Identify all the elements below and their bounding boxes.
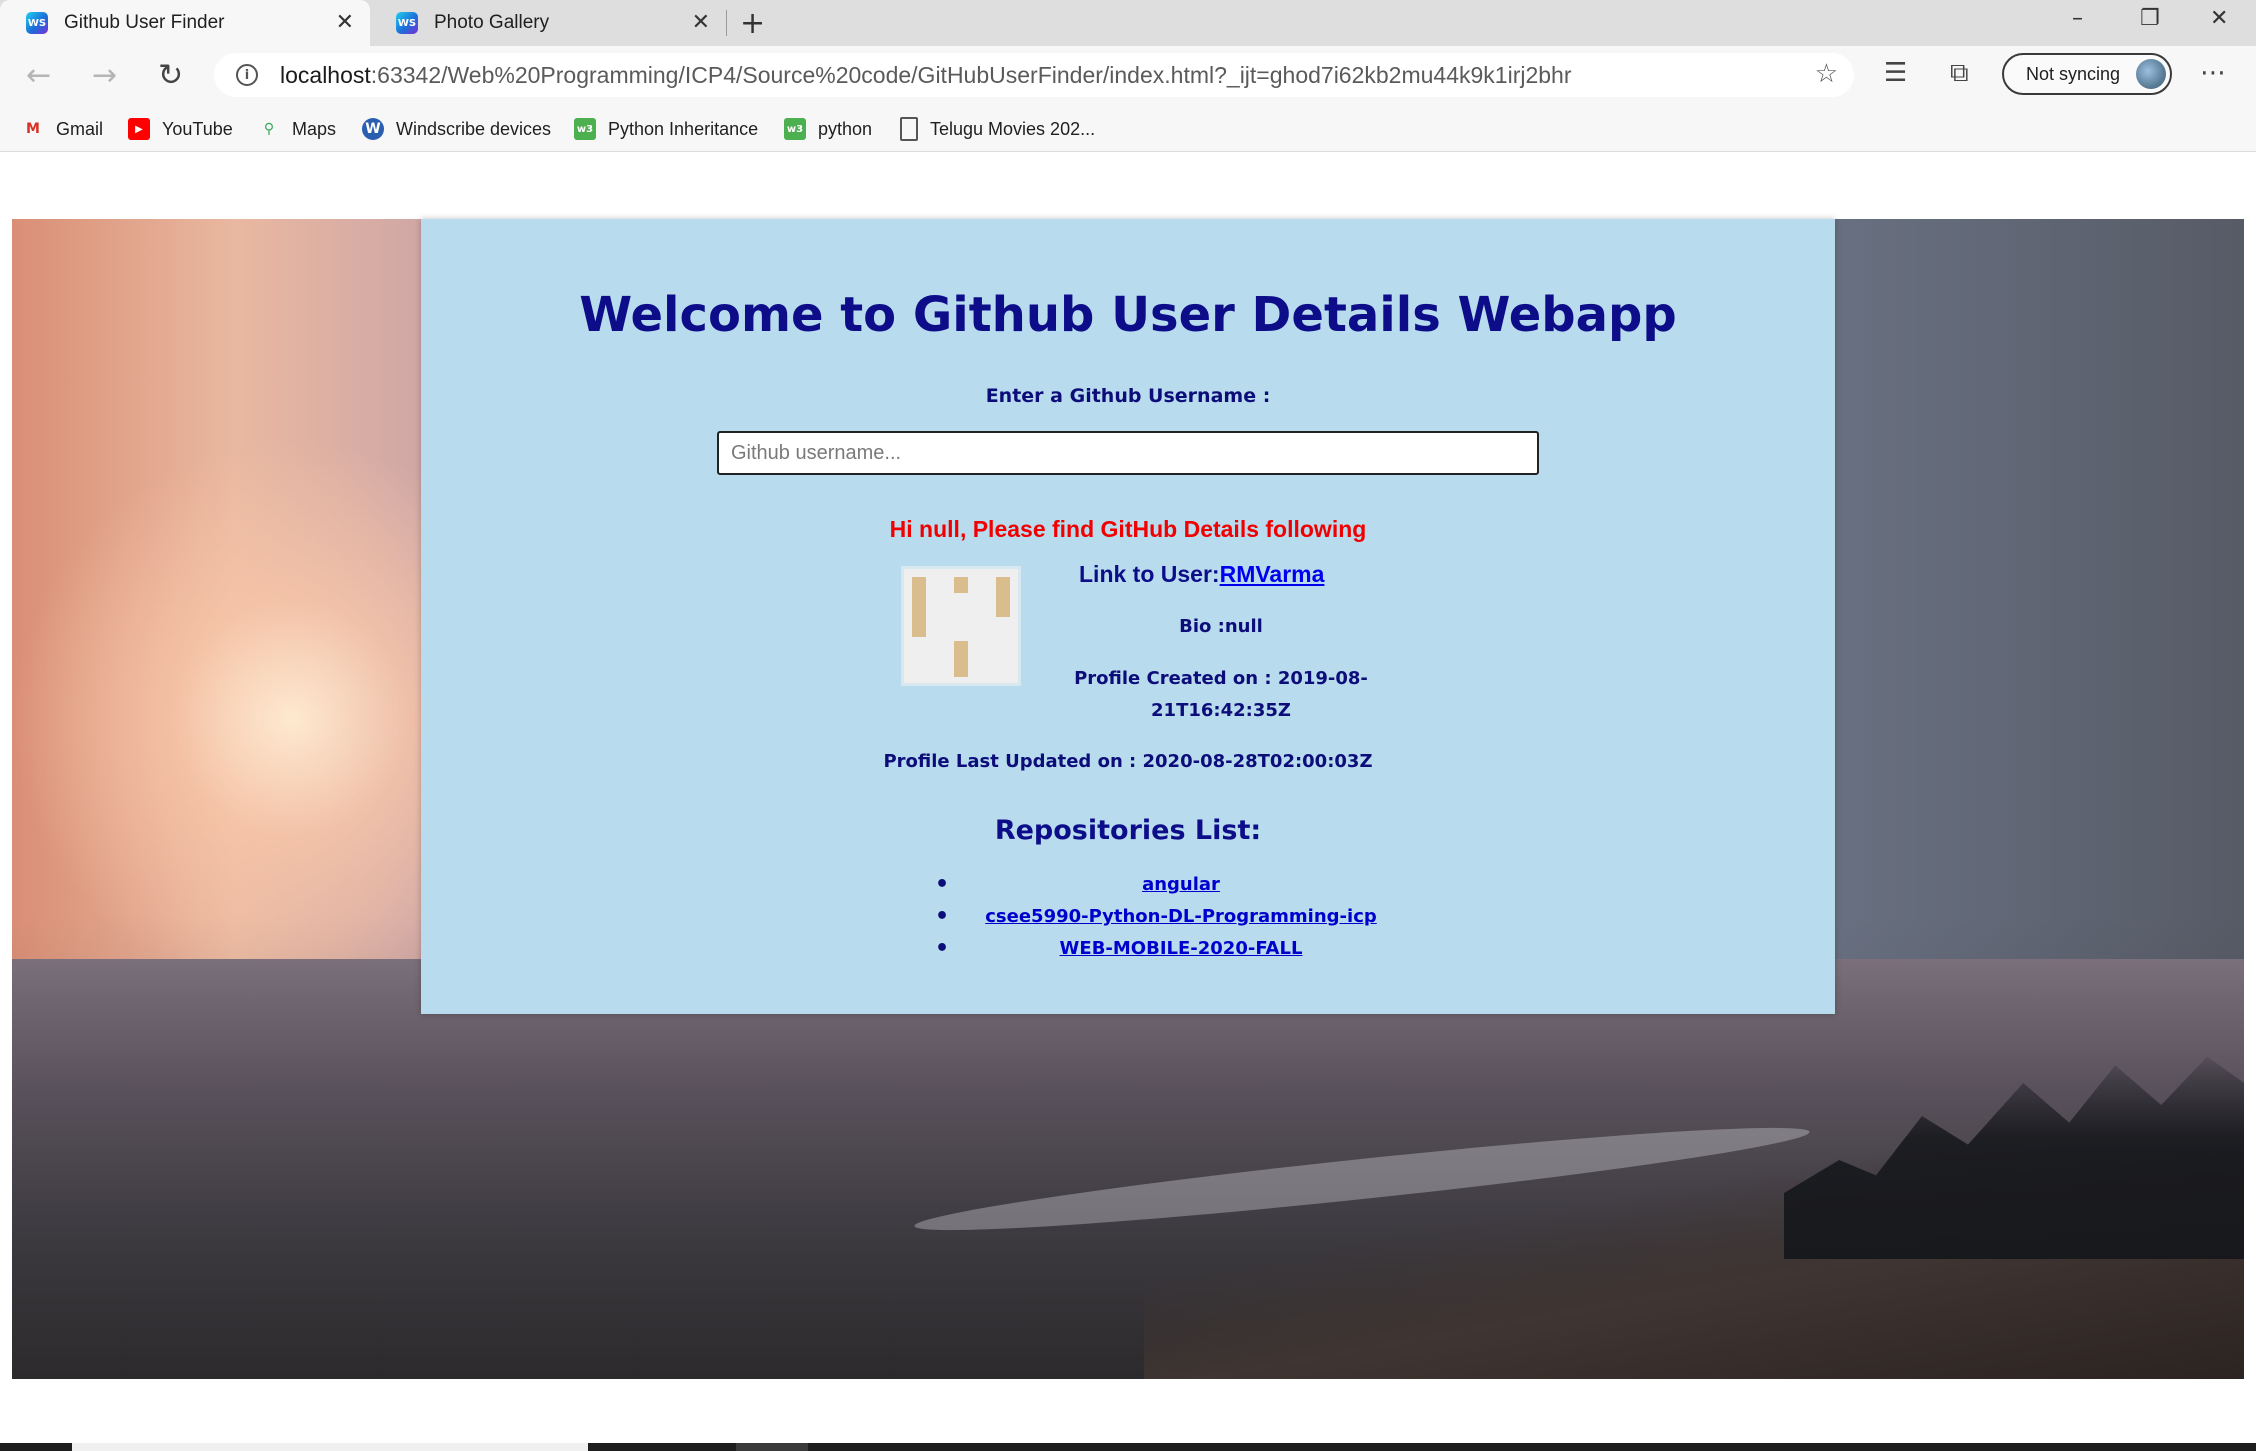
user-profile-link[interactable]: RMVarma: [1220, 561, 1325, 587]
user-finder-panel: Welcome to Github User Details Webapp En…: [421, 219, 1835, 1014]
tab-github-user-finder[interactable]: WS Github User Finder ✕: [0, 0, 370, 46]
profile-sync-button[interactable]: Not syncing: [2002, 53, 2172, 95]
user-bio: Bio :null: [1179, 616, 1263, 637]
repositories-heading: Repositories List:: [994, 815, 1262, 846]
profile-created-date: Profile Created on : 2019-08-21T16:42:35…: [1074, 668, 1368, 721]
tab-title: Photo Gallery: [434, 12, 550, 33]
bookmark-youtube[interactable]: ▶ YouTube: [128, 106, 233, 152]
repo-link[interactable]: WEB-MOBILE-2020-FALL: [1060, 938, 1303, 959]
address-bar[interactable]: i localhost:63342/Web%20Programming/ICP4…: [214, 53, 1854, 97]
list-item: csee5990-Python-DL-Programming-icp: [931, 903, 1431, 935]
repo-link[interactable]: angular: [1142, 874, 1220, 895]
tab-title: Github User Finder: [64, 12, 225, 33]
bookmark-python-inheritance[interactable]: w3 Python Inheritance: [574, 106, 758, 152]
bookmark-label: Telugu Movies 202...: [930, 118, 1096, 139]
user-link-line: Link to User:RMVarma: [1079, 561, 1324, 588]
tab-photo-gallery[interactable]: WS Photo Gallery ✕: [370, 0, 726, 46]
bookmarks-bar: M Gmail ▶ YouTube ⚲ Maps W Windscribe de…: [0, 106, 2256, 152]
bookmark-maps[interactable]: ⚲ Maps: [258, 106, 336, 152]
refresh-icon[interactable]: ↻: [158, 58, 183, 93]
w3schools-icon: w3: [574, 118, 596, 140]
favorite-star-icon[interactable]: ☆: [1815, 59, 1838, 89]
bookmark-gmail[interactable]: M Gmail: [22, 106, 103, 152]
back-icon[interactable]: ←: [26, 58, 51, 93]
page-icon: [900, 117, 918, 141]
bookmark-label: Python Inheritance: [608, 118, 759, 139]
maps-icon: ⚲: [263, 121, 275, 137]
minimize-icon[interactable]: –: [2072, 6, 2083, 31]
repositories-list: angular csee5990-Python-DL-Programming-i…: [931, 871, 1431, 967]
close-tab-icon[interactable]: ✕: [336, 11, 354, 33]
collections-icon[interactable]: ⧉: [1950, 58, 1969, 89]
site-info-icon[interactable]: i: [236, 64, 258, 86]
tab-strip: WS Github User Finder ✕ WS Photo Gallery…: [0, 0, 2256, 46]
bookmark-label: YouTube: [162, 118, 233, 139]
user-link-label: Link to User:: [1079, 561, 1220, 587]
bookmark-label: python: [818, 118, 873, 139]
webstorm-favicon-icon: WS: [396, 12, 418, 34]
profile-updated-date: Profile Last Updated on : 2020-08-28T02:…: [883, 751, 1373, 772]
bookmark-label: Gmail: [56, 118, 104, 139]
close-tab-icon[interactable]: ✕: [692, 11, 710, 33]
repo-link[interactable]: csee5990-Python-DL-Programming-icp: [985, 906, 1377, 927]
bookmark-label: Windscribe devices: [396, 118, 552, 139]
page-title: Welcome to Github User Details Webapp: [579, 287, 1677, 343]
url-text[interactable]: localhost:63342/Web%20Programming/ICP4/S…: [280, 62, 1572, 89]
restore-icon[interactable]: ❐: [2140, 6, 2160, 31]
tab-divider: [726, 10, 727, 36]
bookmark-label: Maps: [292, 118, 337, 139]
favorites-icon[interactable]: ☰: [1884, 58, 1907, 88]
more-menu-icon[interactable]: ⋯: [2200, 58, 2228, 88]
user-avatar: [901, 566, 1021, 686]
close-window-icon[interactable]: ✕: [2210, 6, 2228, 31]
youtube-icon: ▶: [128, 118, 150, 140]
browser-toolbar: ← → ↻ i localhost:63342/Web%20Programmin…: [0, 46, 2256, 106]
username-prompt: Enter a Github Username :: [985, 385, 1271, 407]
webstorm-favicon-icon: WS: [26, 12, 48, 34]
gmail-icon: M: [26, 121, 40, 137]
list-item: WEB-MOBILE-2020-FALL: [931, 935, 1431, 967]
bookmark-windscribe[interactable]: W Windscribe devices: [362, 106, 551, 152]
w3schools-icon: w3: [784, 118, 806, 140]
greeting-text: Hi null, Please find GitHub Details foll…: [889, 516, 1367, 542]
sync-label: Not syncing: [2026, 63, 2121, 84]
taskbar-item: [72, 1443, 588, 1451]
forward-icon[interactable]: →: [92, 58, 117, 93]
new-tab-icon[interactable]: +: [740, 6, 765, 41]
username-search-input[interactable]: [717, 431, 1539, 475]
list-item: angular: [931, 871, 1431, 903]
windscribe-icon: W: [362, 118, 384, 140]
taskbar-edge: [0, 1443, 2256, 1451]
bookmark-telugu-movies[interactable]: Telugu Movies 202...: [900, 106, 1095, 152]
bookmark-python[interactable]: w3 python: [784, 106, 872, 152]
profile-avatar: [2136, 59, 2166, 89]
taskbar-item: [736, 1443, 808, 1451]
